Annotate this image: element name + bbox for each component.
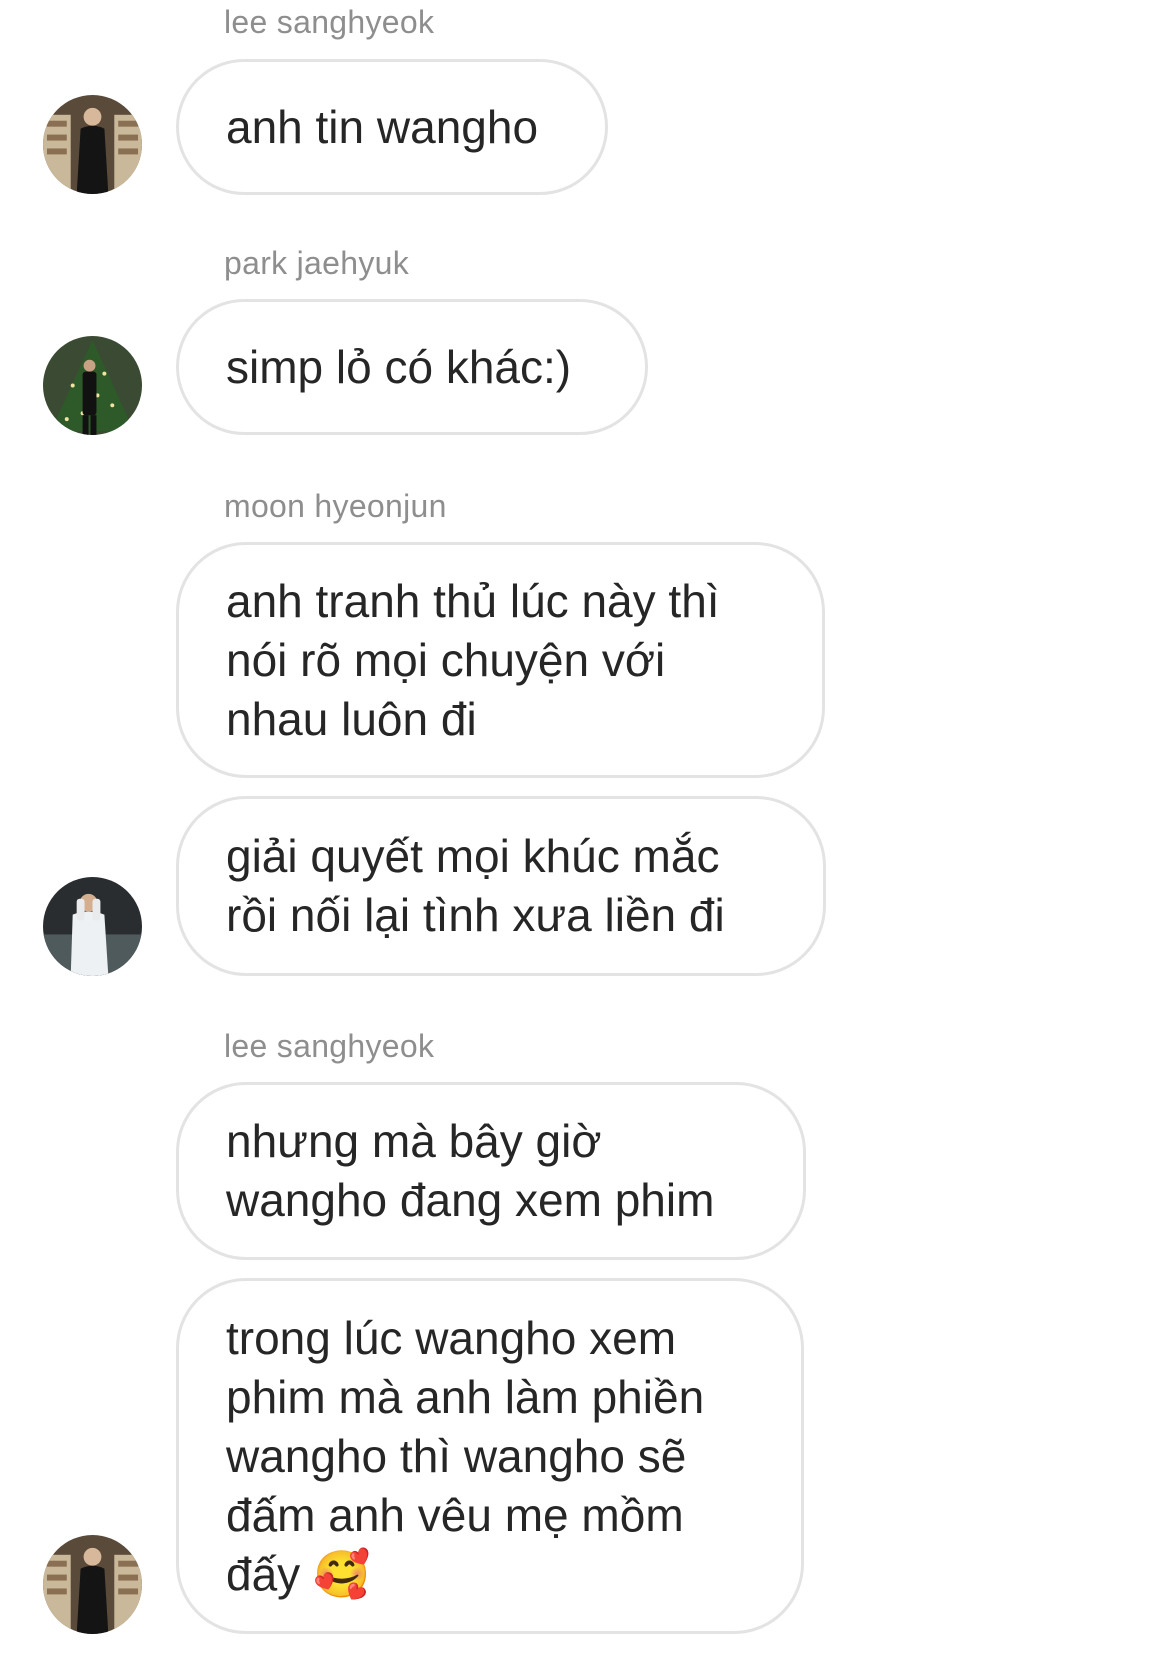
avatar-park-jaehyuk[interactable]: [43, 336, 142, 435]
sender-name: moon hyeonjun: [224, 488, 447, 524]
avatar-lee-sanghyeok[interactable]: [43, 95, 142, 194]
message-text: giải quyết mọi khúc mắc rồi nối lại tình…: [226, 830, 725, 941]
profile-photo-icon: [43, 877, 142, 976]
message-bubble[interactable]: anh tin wangho: [176, 59, 608, 195]
sender-name: lee sanghyeok: [224, 1028, 435, 1064]
message-bubble[interactable]: simp lỏ có khác:): [176, 299, 648, 435]
avatar-moon-hyeonjun[interactable]: [43, 877, 142, 976]
profile-photo-icon: [43, 95, 142, 194]
sender-name: park jaehyuk: [224, 245, 410, 281]
sender-name: lee sanghyeok: [224, 4, 435, 40]
profile-photo-icon: [43, 1535, 142, 1634]
message-bubble[interactable]: anh tranh thủ lúc này thì nói rõ mọi chu…: [176, 542, 825, 778]
message-text: anh tranh thủ lúc này thì nói rõ mọi chu…: [226, 574, 720, 745]
profile-photo-icon: [43, 336, 142, 435]
message-bubble[interactable]: trong lúc wangho xem phim mà anh làm phi…: [176, 1278, 804, 1634]
message-text: simp lỏ có khác:): [226, 340, 572, 393]
avatar-lee-sanghyeok[interactable]: [43, 1535, 142, 1634]
message-bubble[interactable]: nhưng mà bây giờ wangho đang xem phim: [176, 1082, 806, 1260]
message-bubble[interactable]: giải quyết mọi khúc mắc rồi nối lại tình…: [176, 796, 826, 976]
message-text: trong lúc wangho xem phim mà anh làm phi…: [226, 1311, 705, 1600]
message-text: nhưng mà bây giờ wangho đang xem phim: [226, 1115, 715, 1226]
message-text: anh tin wangho: [226, 100, 539, 153]
